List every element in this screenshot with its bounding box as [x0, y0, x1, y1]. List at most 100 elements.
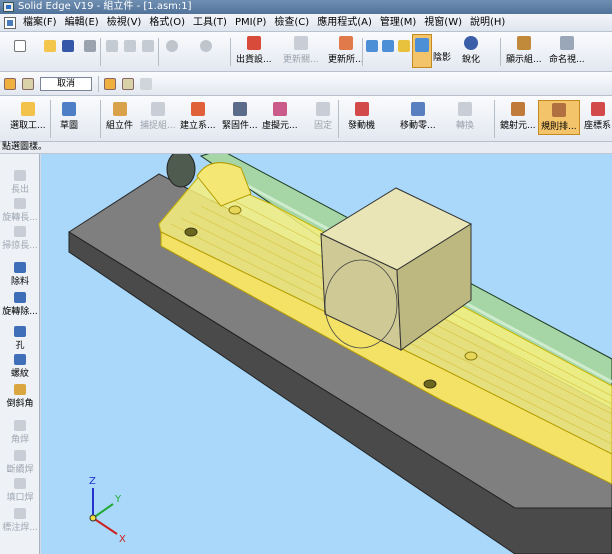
standard-toolbar: 出貨設... 更新關... 更新所... 陰影 銳化 顯示組... 命名視...	[0, 32, 612, 72]
ship-setup-button[interactable]: 出貨設...	[236, 36, 272, 65]
hole	[464, 351, 478, 361]
motor-icon	[354, 102, 369, 116]
fastener-button[interactable]: 緊固件...	[222, 102, 258, 131]
virtual-component-button[interactable]: 虛擬元...	[262, 102, 298, 131]
update-links-button[interactable]: 更新關...	[283, 36, 319, 65]
menu-manage[interactable]: 管理(M)	[376, 15, 420, 31]
revolved-protrusion-icon	[14, 198, 26, 209]
app-logo-icon	[3, 2, 14, 12]
menu-help[interactable]: 說明(H)	[466, 15, 509, 31]
menu-applications[interactable]: 應用程式(A)	[313, 15, 376, 31]
weld-label-icon	[14, 508, 26, 519]
transform-button[interactable]: 轉換	[456, 102, 474, 131]
feature-groove-weld[interactable]: 填口焊	[0, 478, 40, 503]
shaded-cube-icon	[415, 38, 429, 52]
update-all-button[interactable]: 更新所...	[328, 36, 364, 65]
view-top-icon[interactable]	[398, 40, 410, 52]
capture-assembly-button[interactable]: 捕捉組...	[140, 102, 176, 131]
assembly-icon	[112, 102, 127, 116]
named-views-icon	[559, 36, 574, 50]
revolved-cutout-icon	[14, 292, 26, 303]
window-title: Solid Edge V19 - 組立件 - [1.asm:1]	[18, 1, 192, 12]
axis-label-z: Z	[89, 476, 96, 487]
menu-bar: 檔案(F) 編輯(E) 檢視(V) 格式(O) 工具(T) PMI(P) 檢查(…	[0, 14, 612, 32]
ship-setup-icon	[246, 36, 261, 50]
feature-chamfer[interactable]: 倒斜角	[0, 384, 40, 409]
shaded-label-button[interactable]: 陰影	[433, 50, 451, 63]
hole	[184, 227, 198, 237]
sphere-icon	[464, 36, 478, 50]
menu-view[interactable]: 檢視(V)	[103, 15, 146, 31]
menu-tools[interactable]: 工具(T)	[189, 15, 231, 31]
fillet-weld-icon	[14, 420, 26, 431]
sketch-button[interactable]: 草圖	[60, 102, 78, 131]
intermittent-weld-icon	[14, 450, 26, 461]
fix-button[interactable]: 固定	[314, 102, 332, 131]
view-front-icon[interactable]	[382, 40, 394, 52]
pattern-grid-icon[interactable]	[22, 78, 34, 90]
mirror-component-button[interactable]: 鏡射元...	[500, 102, 536, 131]
feature-intermittent-weld[interactable]: 斷續焊	[0, 450, 40, 475]
thread-icon	[14, 354, 26, 365]
menu-edit[interactable]: 編輯(E)	[61, 15, 103, 31]
feature-weld-label[interactable]: 標注焊...	[0, 508, 40, 533]
feature-cutout[interactable]: 除料	[0, 262, 40, 287]
sketch-icon	[62, 102, 76, 116]
graphics-window[interactable]: Z Y X	[41, 154, 612, 554]
hole-icon	[14, 326, 26, 337]
cut-icon[interactable]	[106, 40, 118, 52]
update-links-icon	[293, 36, 308, 50]
swept-protrusion-icon	[14, 226, 26, 237]
assembly-model-view[interactable]: Z Y X	[41, 154, 612, 554]
coordinate-system-button[interactable]: 座標系	[584, 102, 611, 131]
menu-inspect[interactable]: 檢查(C)	[270, 15, 313, 31]
feature-revolved-cutout[interactable]: 旋轉除...	[0, 292, 40, 317]
redo-icon[interactable]	[200, 40, 212, 52]
shading-button[interactable]	[412, 34, 432, 68]
groove-weld-icon	[14, 478, 26, 489]
axis-label-y: Y	[114, 494, 122, 505]
print-icon[interactable]	[84, 40, 96, 52]
menu-file[interactable]: 檔案(F)	[19, 15, 61, 31]
move-part-button[interactable]: 移動零...	[400, 102, 436, 131]
open-folder-icon[interactable]	[44, 40, 56, 52]
feature-hole[interactable]: 孔	[0, 326, 40, 351]
view-iso-icon[interactable]	[366, 40, 378, 52]
motor-button[interactable]: 發動機	[348, 102, 375, 131]
select-pattern-icon[interactable]	[104, 78, 116, 90]
axis-triad: Z Y X	[89, 476, 126, 545]
cancel-button[interactable]: 取消	[40, 77, 92, 91]
menu-format[interactable]: 格式(O)	[145, 15, 189, 31]
named-views-button[interactable]: 命名視...	[549, 36, 585, 65]
command-bar-icon[interactable]	[4, 78, 16, 90]
assembly-button[interactable]: 組立件	[106, 102, 133, 131]
feature-thread[interactable]: 螺紋	[0, 354, 40, 379]
pattern-options-icon[interactable]	[122, 78, 134, 90]
create-system-icon	[190, 102, 205, 116]
sharpen-button[interactable]: 銳化	[462, 36, 480, 65]
select-tool-button[interactable]: 選取工...	[10, 102, 46, 131]
feature-fillet-weld[interactable]: 角焊	[0, 420, 40, 445]
feature-revolved-protrusion[interactable]: 旋轉長...	[0, 198, 40, 223]
menu-window[interactable]: 視窗(W)	[420, 15, 466, 31]
create-system-button[interactable]: 建立系...	[180, 102, 216, 131]
move-part-icon	[410, 102, 425, 116]
feature-swept-protrusion[interactable]: 掃掠長...	[0, 226, 40, 251]
bolt-icon	[232, 102, 247, 116]
new-file-icon[interactable]	[14, 40, 26, 52]
copy-icon[interactable]	[124, 40, 136, 52]
update-all-icon	[338, 36, 353, 50]
feature-protrusion[interactable]: 長出	[0, 170, 40, 195]
menu-pmi[interactable]: PMI(P)	[231, 15, 270, 31]
document-icon[interactable]	[4, 16, 16, 29]
show-assembly-icon	[516, 36, 531, 50]
axis-label-x: X	[119, 534, 126, 545]
prompt-bar: 點選圖樣。	[0, 142, 612, 154]
show-assembly-button[interactable]: 顯示組...	[506, 36, 542, 65]
undo-icon[interactable]	[166, 40, 178, 52]
save-icon[interactable]	[62, 40, 74, 52]
pattern-button[interactable]: 規則排...	[538, 100, 580, 135]
paste-icon[interactable]	[142, 40, 154, 52]
cutout-icon	[14, 262, 26, 273]
command-bar: 取消	[0, 72, 612, 96]
